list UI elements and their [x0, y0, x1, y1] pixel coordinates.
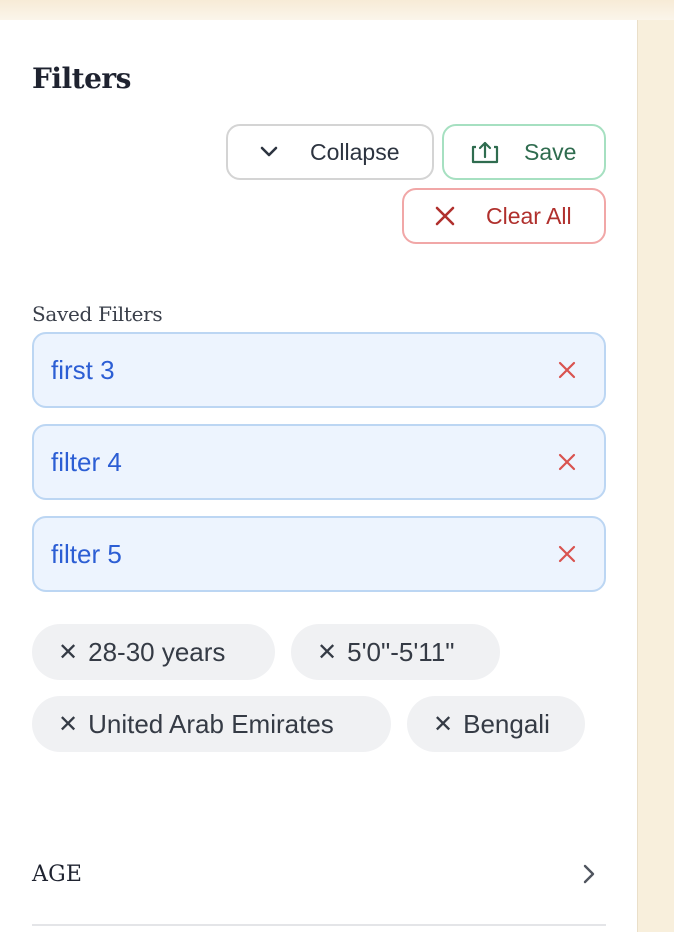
- active-filter-chip[interactable]: ✕ United Arab Emirates: [32, 696, 391, 752]
- chevron-right-icon: [582, 863, 596, 885]
- age-section-toggle[interactable]: AGE: [32, 828, 606, 926]
- saved-filter-name: filter 4: [51, 446, 122, 477]
- saved-filter-item[interactable]: filter 4: [32, 424, 606, 500]
- clear-all-label: Clear All: [486, 202, 572, 229]
- collapse-button[interactable]: Collapse: [226, 124, 434, 180]
- saved-filter-item[interactable]: first 3: [32, 332, 606, 408]
- chip-label: 28-30 years: [88, 636, 226, 667]
- collapse-label: Collapse: [310, 138, 400, 165]
- active-filter-chip[interactable]: ✕ 5'0"-5'11": [291, 624, 500, 680]
- chevron-down-icon: [256, 146, 282, 158]
- remove-saved-filter-icon[interactable]: [554, 541, 580, 567]
- chip-label: United Arab Emirates: [88, 708, 334, 739]
- top-shade: [0, 0, 674, 20]
- saved-filter-name: filter 5: [51, 538, 122, 569]
- save-button[interactable]: Save: [442, 124, 606, 180]
- save-label: Save: [524, 138, 577, 165]
- remove-chip-icon[interactable]: ✕: [433, 710, 453, 739]
- filters-panel: Filters Collapse Save Clear All Saved Fi…: [0, 20, 638, 932]
- panel-title: Filters: [32, 62, 131, 95]
- close-icon: [432, 205, 458, 227]
- remove-chip-icon[interactable]: ✕: [317, 638, 337, 667]
- remove-saved-filter-icon[interactable]: [554, 357, 580, 383]
- active-filter-chip[interactable]: ✕ Bengali: [407, 696, 585, 752]
- remove-chip-icon[interactable]: ✕: [58, 638, 78, 667]
- remove-saved-filter-icon[interactable]: [554, 449, 580, 475]
- chip-label: 5'0"-5'11": [347, 636, 455, 667]
- saved-filter-name: first 3: [51, 354, 115, 385]
- active-filter-chip[interactable]: ✕ 28-30 years: [32, 624, 275, 680]
- section-label: AGE: [32, 861, 83, 887]
- remove-chip-icon[interactable]: ✕: [58, 710, 78, 739]
- upload-icon: [470, 140, 500, 164]
- saved-filters-heading: Saved Filters: [32, 302, 163, 326]
- chip-label: Bengali: [463, 708, 550, 739]
- clear-all-button[interactable]: Clear All: [402, 188, 606, 244]
- saved-filter-item[interactable]: filter 5: [32, 516, 606, 592]
